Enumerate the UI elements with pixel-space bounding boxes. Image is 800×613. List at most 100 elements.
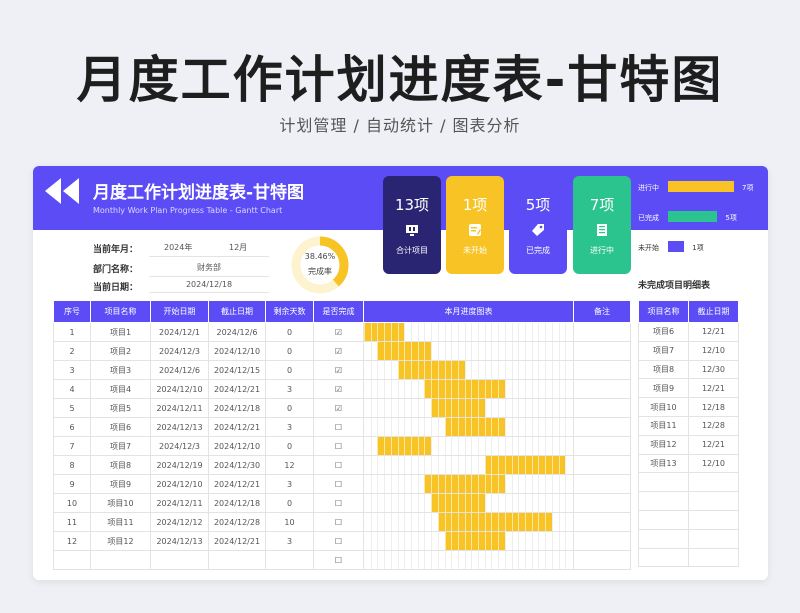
double-arrow-icon [45,178,79,204]
table-row: 2 项目2 2024/12/3 2024/12/10 0 ☑ [53,341,631,361]
done-checkbox[interactable]: ☑ [313,322,364,342]
gantt-day-grid [565,456,567,474]
gantt-bar-segment [471,418,479,436]
gantt-bar-segment [498,380,505,398]
gantt-day-grid [558,418,560,436]
table-row: 11 项目11 2024/12/12 2024/12/28 10 ☐ [53,512,631,532]
done-checkbox[interactable]: ☐ [313,474,364,494]
kpi-value: 5项 [525,196,551,214]
gantt-day-grid [471,361,473,379]
done-checkbox[interactable]: ☑ [313,341,364,361]
gantt-bar-segment [377,323,385,341]
gantt-bar-segment [457,513,465,531]
header-name: 项目名称 [90,300,151,323]
plan-table: 序号 项目名称 开始日期 截止日期 剩余天数 是否完成 本月进度图表 备注 1项… [53,300,631,570]
done-checkbox[interactable]: ☑ [313,360,364,380]
gantt-day-grid [370,475,372,493]
gantt-day-grid [410,532,412,550]
cell-end: 2024/12/10 [208,341,266,361]
gantt-day-grid [390,399,392,417]
gantt-day-grid [370,418,372,436]
done-checkbox[interactable]: ☐ [313,455,364,475]
gantt-day-grid [531,380,533,398]
gantt-bar-segment [471,532,479,550]
header-gantt: 本月进度图表 [363,300,574,323]
side-cell-end: 12/21 [688,322,739,342]
cell-name: 项目8 [90,455,151,475]
cell-note[interactable] [573,360,631,380]
gantt-day-grid [551,437,553,455]
cell-end [208,550,266,570]
cell-note[interactable] [573,531,631,551]
gantt-day-grid [471,456,473,474]
gantt-day-grid [565,418,567,436]
gantt-day-grid [565,399,567,417]
gantt-bar-segment [384,437,391,455]
cell-note[interactable] [573,493,631,513]
gantt-bar-segment [410,437,418,455]
gantt-bar-segment [417,437,425,455]
cell-note[interactable] [573,550,631,570]
cell-note[interactable] [573,417,631,437]
gantt-day-grid [545,418,547,436]
done-checkbox[interactable]: ☐ [313,512,364,532]
gantt-bar-segment [444,418,452,436]
gantt-bar-segment [484,532,492,550]
gantt-day-grid [565,437,567,455]
cell-remain: 0 [265,360,314,380]
side-cell-name: 项目7 [638,340,689,361]
unfinished-table: 项目名称 截止日期 项目6 12/21 项目7 12/10 项目8 12/30 项目9 12/… [638,300,739,568]
gantt-day-grid [390,551,392,569]
cell-note[interactable] [573,512,631,532]
gantt-day-grid [464,342,466,360]
cell-note[interactable] [573,455,631,475]
cell-note[interactable] [573,322,631,342]
cell-remain: 10 [265,512,314,532]
cell-note[interactable] [573,379,631,399]
gantt-day-grid [484,494,486,512]
cell-note[interactable] [573,341,631,361]
gantt-day-grid [491,551,493,569]
table-row: 12 项目12 2024/12/13 2024/12/21 3 ☐ [53,531,631,551]
gantt-cell [363,379,574,399]
done-checkbox[interactable]: ☐ [313,493,364,513]
gantt-day-grid [437,418,439,436]
gantt-day-grid [491,494,493,512]
gantt-day-grid [377,418,379,436]
gantt-day-grid [397,399,399,417]
gantt-day-grid [531,399,533,417]
gantt-day-grid [384,532,386,550]
done-checkbox[interactable]: ☐ [313,436,364,456]
done-checkbox[interactable]: ☑ [313,379,364,399]
date-value: 2024/12/18 [149,280,269,293]
cell-note[interactable] [573,474,631,494]
gantt-day-grid [451,323,453,341]
gantt-bar-segment [484,418,492,436]
done-checkbox[interactable]: ☐ [313,417,364,437]
cell-end: 2024/12/21 [208,379,266,399]
cell-note[interactable] [573,398,631,418]
gantt-day-grid [478,361,480,379]
gantt-day-grid [504,532,506,550]
gantt-day-grid [498,323,500,341]
side-cell-end [688,472,739,493]
gantt-bar-segment [364,323,371,341]
gantt-day-grid [531,475,533,493]
done-checkbox[interactable]: ☐ [313,531,364,551]
table-row: ☐ [53,550,631,570]
done-checkbox[interactable]: ☑ [313,398,364,418]
cell-remain: 0 [265,398,314,418]
gantt-day-grid [397,551,399,569]
gantt-day-grid [437,437,439,455]
gantt-day-grid [498,399,500,417]
cell-remain: 12 [265,455,314,475]
cell-note[interactable] [573,436,631,456]
cell-start: 2024/12/11 [150,493,209,513]
gantt-day-grid [478,551,480,569]
done-checkbox[interactable]: ☐ [313,550,364,570]
gantt-day-grid [390,494,392,512]
gantt-cell [363,322,574,342]
gantt-bar-segment [437,399,445,417]
cell-end: 2024/12/21 [208,474,266,494]
gantt-bar-segment [384,323,391,341]
